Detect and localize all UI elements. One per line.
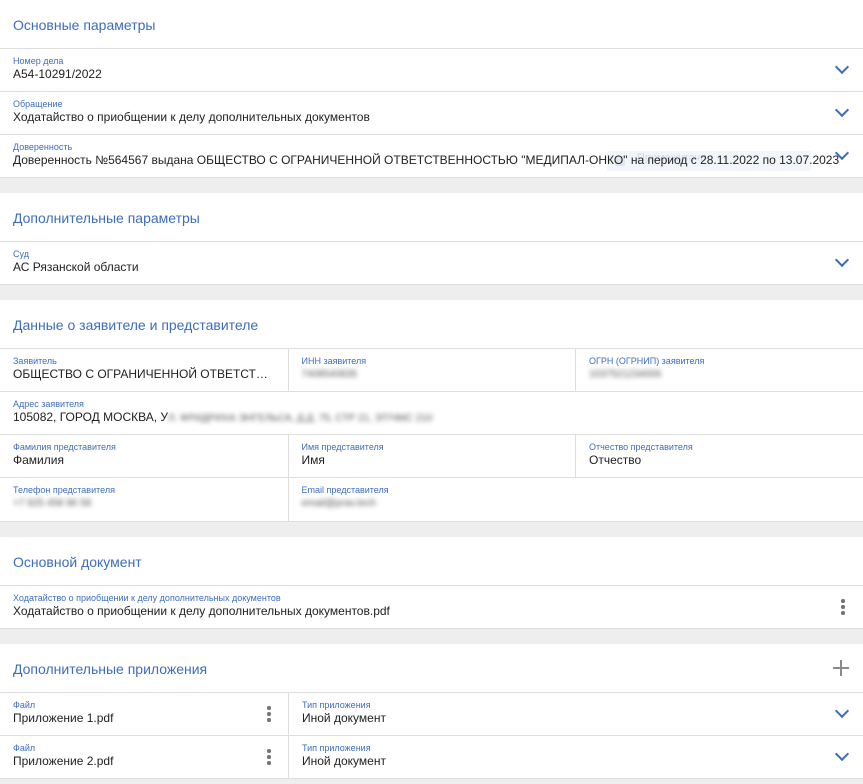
main-document-value: Ходатайство о приобщении к делу дополнит… (13, 604, 390, 618)
attachment-type-value: Иной документ (302, 754, 386, 768)
basic-params-title: Основные параметры (0, 0, 863, 49)
address-value-visible: 105082, ГОРОД МОСКВА, У (13, 410, 169, 424)
inn-label: ИНН заявителя (301, 356, 367, 366)
power-of-attorney-label: Доверенность (13, 142, 73, 152)
rep-email-value: email@prav.tech (301, 498, 376, 509)
inn-field[interactable]: ИНН заявителя 7408540835 (287, 349, 576, 391)
case-number-field[interactable]: Номер дела А54-10291/2022 (0, 49, 863, 92)
rep-email-label: Email представителя (301, 485, 389, 495)
address-label: Адрес заявителя (13, 399, 84, 409)
appeal-label: Обращение (13, 99, 63, 109)
applicant-label: Заявитель (13, 356, 57, 366)
ogrn-value: 1037521234006 (589, 369, 662, 380)
section-gap (0, 178, 863, 193)
applicant-value: ОБЩЕСТВО С ОГРАНИЧЕННОЙ ОТВЕТСТВЕН… (13, 367, 275, 381)
court-field[interactable]: Суд АС Рязанской области (0, 242, 863, 285)
applicant-title: Данные о заявителе и представителе (0, 300, 863, 349)
main-document-section: Основной документ Ходатайство о приобщен… (0, 537, 863, 629)
section-gap (0, 629, 863, 644)
rep-last-name-field[interactable]: Фамилия представителя Фамилия (0, 435, 288, 477)
appeal-value: Ходатайство о приобщении к делу дополнит… (13, 110, 370, 124)
power-of-attorney-value: Доверенность №564567 выдана ОБЩЕСТВО С О… (13, 153, 840, 167)
more-vertical-icon[interactable] (841, 599, 845, 615)
attachment-type-label: Тип приложения (302, 743, 371, 753)
section-gap (0, 285, 863, 300)
ogrn-label: ОГРН (ОГРНИП) заявителя (589, 356, 705, 366)
rep-first-name-field[interactable]: Имя представителя Имя (287, 435, 576, 477)
inn-value: 7408540835 (301, 369, 358, 380)
attachment-type-label: Тип приложения (302, 700, 371, 710)
case-number-label: Номер дела (13, 56, 64, 66)
section-gap (0, 522, 863, 537)
ogrn-field[interactable]: ОГРН (ОГРНИП) заявителя 1037521234006 (575, 349, 863, 391)
address-value-blurred: Л. ФРИДРИХА ЭНГЕЛЬСА, Д.Д. 75, СТР 21, Э… (168, 413, 433, 424)
main-document-title: Основной документ (0, 537, 863, 586)
attachment-file-value: Приложение 1.pdf (13, 711, 114, 725)
representative-name-row: Фамилия представителя Фамилия Имя предст… (0, 435, 863, 478)
case-number-value: А54-10291/2022 (13, 67, 102, 81)
attachment-file-label: Файл (13, 700, 36, 710)
attachment-file-label: Файл (13, 743, 36, 753)
address-field[interactable]: Адрес заявителя 105082, ГОРОД МОСКВА, УЛ… (0, 392, 863, 435)
plus-icon[interactable] (833, 660, 849, 676)
rep-last-name-value: Фамилия (13, 453, 64, 467)
main-document-label: Ходатайство о приобщении к делу дополнит… (13, 593, 281, 603)
rep-patronymic-label: Отчество представителя (589, 442, 693, 452)
attachment-type-field[interactable]: Тип приложения Иной документ (288, 736, 863, 778)
rep-first-name-value: Имя (301, 453, 325, 467)
representative-contact-row: Телефон представителя +7 925 458 96 58 E… (0, 478, 863, 522)
applicant-section: Данные о заявителе и представителе Заяви… (0, 300, 863, 522)
page: Основные параметры Номер дела А54-10291/… (0, 0, 863, 784)
court-label: Суд (13, 249, 29, 259)
empty-cell (576, 478, 863, 521)
rep-patronymic-field[interactable]: Отчество представителя Отчество (575, 435, 863, 477)
rep-first-name-label: Имя представителя (301, 442, 384, 452)
additional-params-section: Дополнительные параметры Суд АС Рязанско… (0, 193, 863, 285)
main-document-field[interactable]: Ходатайство о приобщении к делу дополнит… (0, 586, 863, 629)
attachment-file-value: Приложение 2.pdf (13, 754, 114, 768)
rep-email-field[interactable]: Email представителя email@prav.tech (287, 478, 577, 521)
more-vertical-icon[interactable] (267, 749, 271, 765)
attachment-type-field[interactable]: Тип приложения Иной документ (288, 693, 863, 735)
address-value: 105082, ГОРОД МОСКВА, УЛ. ФРИДРИХА ЭНГЕЛ… (13, 410, 850, 426)
additional-params-title: Дополнительные параметры (0, 193, 863, 242)
attachment-file-field[interactable]: Файл Приложение 2.pdf (0, 736, 288, 778)
appeal-field[interactable]: Обращение Ходатайство о приобщении к дел… (0, 92, 863, 135)
rep-last-name-label: Фамилия представителя (13, 442, 116, 452)
attachments-title: Дополнительные приложения (0, 644, 863, 693)
attachment-file-field[interactable]: Файл Приложение 1.pdf (0, 693, 288, 735)
rep-patronymic-value: Отчество (589, 453, 642, 467)
rep-phone-value: +7 925 458 96 58 (13, 498, 92, 509)
attachment-type-value: Иной документ (302, 711, 386, 725)
applicant-row: Заявитель ОБЩЕСТВО С ОГРАНИЧЕННОЙ ОТВЕТС… (0, 349, 863, 392)
attachment-row: Файл Приложение 1.pdf Тип приложения Ино… (0, 693, 863, 736)
attachment-row: Файл Приложение 2.pdf Тип приложения Ино… (0, 736, 863, 779)
more-vertical-icon[interactable] (267, 706, 271, 722)
rep-phone-label: Телефон представителя (13, 485, 115, 495)
power-of-attorney-field[interactable]: Промежуточн Доверенность Доверенность №5… (0, 135, 863, 178)
applicant-field[interactable]: Заявитель ОБЩЕСТВО С ОГРАНИЧЕННОЙ ОТВЕТС… (0, 349, 288, 391)
attachments-title-text: Дополнительные приложения (13, 661, 208, 677)
court-value: АС Рязанской области (13, 260, 139, 274)
rep-phone-field[interactable]: Телефон представителя +7 925 458 96 58 (0, 478, 288, 521)
attachments-section: Дополнительные приложения Файл Приложени… (0, 644, 863, 779)
basic-params-section: Основные параметры Номер дела А54-10291/… (0, 0, 863, 178)
